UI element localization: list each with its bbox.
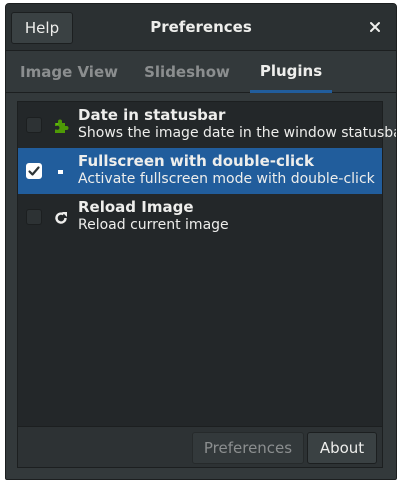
plugin-description: Shows the image date in the window statu… bbox=[78, 125, 397, 141]
plugin-row-date-in-statusbar[interactable]: Date in statusbar Shows the image date i… bbox=[18, 102, 396, 148]
plugin-row-fullscreen-double-click[interactable]: Fullscreen with double-click Activate fu… bbox=[18, 148, 382, 194]
plugin-enable-checkbox[interactable] bbox=[26, 209, 42, 225]
tab-slideshow[interactable]: Slideshow bbox=[139, 51, 235, 93]
tab-plugins[interactable]: Plugins bbox=[250, 51, 332, 93]
plugin-title: Reload Image bbox=[78, 198, 194, 216]
tab-image-view[interactable]: Image View bbox=[14, 51, 124, 93]
header-bar: Help Preferences bbox=[6, 4, 396, 51]
plugin-title: Fullscreen with double-click bbox=[78, 152, 315, 170]
plugin-enable-checkbox[interactable] bbox=[26, 163, 42, 179]
plugin-toolbar: Preferences About bbox=[18, 426, 382, 467]
plugin-row-reload-image[interactable]: Reload Image Reload current image bbox=[18, 194, 382, 240]
preferences-dialog: Help Preferences Image View Slideshow Pl… bbox=[5, 3, 397, 480]
fullscreen-icon bbox=[58, 170, 63, 174]
dialog-title: Preferences bbox=[150, 18, 252, 36]
close-icon bbox=[370, 22, 380, 32]
tab-bar: Image View Slideshow Plugins bbox=[6, 51, 396, 93]
close-button[interactable] bbox=[364, 16, 386, 38]
about-button[interactable]: About bbox=[307, 432, 377, 464]
plugin-enable-checkbox[interactable] bbox=[26, 117, 42, 133]
reload-icon bbox=[55, 212, 67, 224]
plugin-preferences-button[interactable]: Preferences bbox=[192, 432, 304, 464]
plugins-panel: Date in statusbar Shows the image date i… bbox=[17, 101, 396, 468]
puzzle-piece-icon bbox=[55, 119, 69, 133]
plugin-title: Date in statusbar bbox=[78, 106, 226, 124]
plugin-description: Activate fullscreen mode with double-cli… bbox=[78, 171, 375, 187]
checkmark-icon bbox=[28, 166, 40, 176]
plugin-list: Date in statusbar Shows the image date i… bbox=[18, 102, 396, 428]
plugin-description: Reload current image bbox=[78, 217, 229, 233]
